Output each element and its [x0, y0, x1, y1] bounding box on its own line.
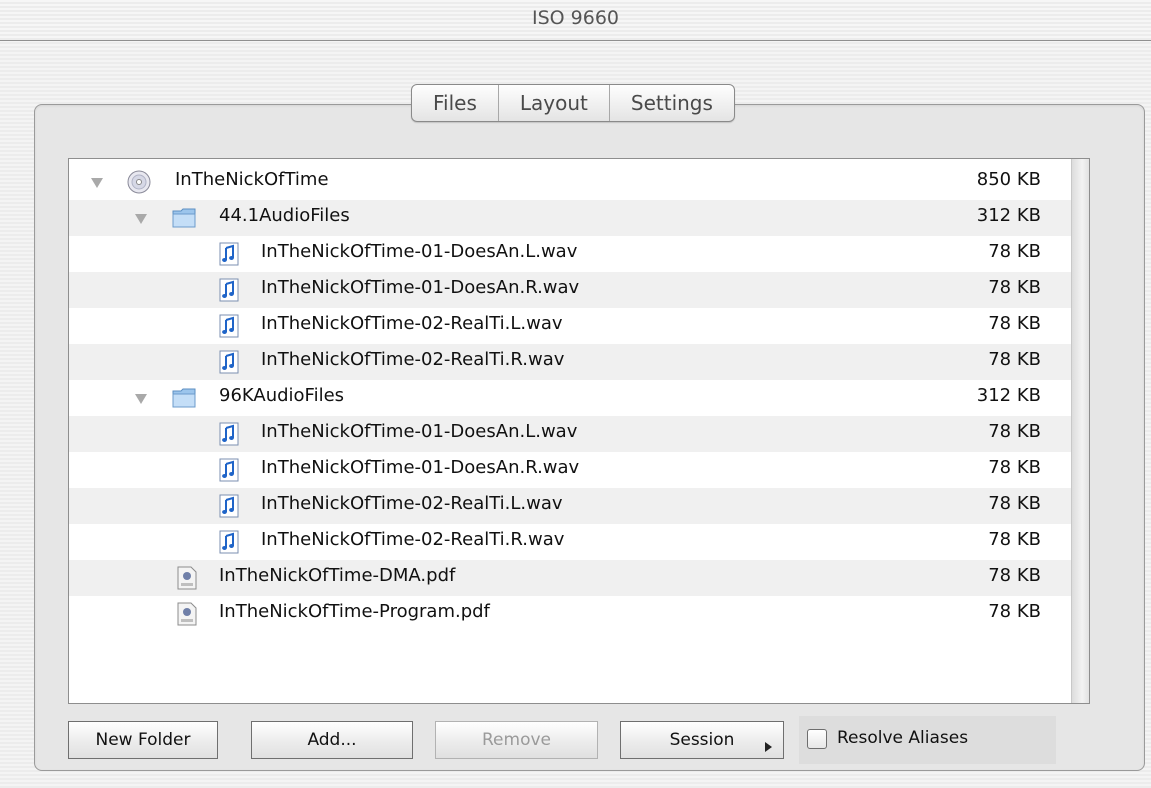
- file-row[interactable]: InTheNickOfTime-01-DoesAn.L.wav 78 KB: [69, 416, 1071, 452]
- title-bar: ISO 9660: [0, 0, 1151, 41]
- session-button-label: Session: [669, 730, 735, 750]
- file-row[interactable]: InTheNickOfTime-Program.pdf 78 KB: [69, 596, 1071, 632]
- remove-button[interactable]: Remove: [435, 721, 598, 759]
- tab-layout[interactable]: Layout: [497, 85, 609, 121]
- file-name: InTheNickOfTime-01-DoesAn.L.wav: [261, 241, 578, 262]
- file-name: InTheNickOfTime-02-RealTi.L.wav: [261, 493, 563, 514]
- file-list[interactable]: InTheNickOfTime 850 KB 44.1AudioFiles 312 K…: [68, 158, 1090, 704]
- resolve-aliases-label[interactable]: Resolve Aliases: [837, 728, 968, 748]
- disc-icon: [127, 170, 151, 198]
- audio-file-icon: [219, 350, 239, 378]
- file-name: 44.1AudioFiles: [219, 205, 350, 226]
- pdf-file-icon: [177, 566, 197, 594]
- file-size: 78 KB: [988, 565, 1041, 586]
- pdf-file-icon: [177, 602, 197, 630]
- file-row[interactable]: InTheNickOfTime-02-RealTi.R.wav 78 KB: [69, 524, 1071, 560]
- file-size: 78 KB: [988, 349, 1041, 370]
- file-size: 78 KB: [988, 241, 1041, 262]
- file-name: InTheNickOfTime-01-DoesAn.L.wav: [261, 421, 578, 442]
- audio-file-icon: [219, 278, 239, 306]
- file-row[interactable]: InTheNickOfTime-01-DoesAn.R.wav 78 KB: [69, 272, 1071, 308]
- add-button[interactable]: Add...: [251, 721, 413, 759]
- resolve-aliases-option: Resolve Aliases: [799, 716, 1056, 764]
- file-name: 96KAudioFiles: [219, 385, 345, 406]
- file-name: InTheNickOfTime-DMA.pdf: [219, 565, 456, 586]
- file-row[interactable]: InTheNickOfTime 850 KB: [69, 164, 1071, 200]
- file-size: 312 KB: [976, 385, 1041, 406]
- file-row[interactable]: InTheNickOfTime-02-RealTi.R.wav 78 KB: [69, 344, 1071, 380]
- audio-file-icon: [219, 314, 239, 342]
- file-name: InTheNickOfTime: [175, 169, 329, 190]
- file-name: InTheNickOfTime-Program.pdf: [219, 601, 490, 622]
- file-row[interactable]: InTheNickOfTime-DMA.pdf 78 KB: [69, 560, 1071, 596]
- tab-bar: Files Layout Settings: [411, 84, 735, 122]
- audio-file-icon: [219, 422, 239, 450]
- session-button[interactable]: Session: [620, 721, 784, 759]
- file-name: InTheNickOfTime-02-RealTi.R.wav: [261, 349, 565, 370]
- file-size: 312 KB: [976, 205, 1041, 226]
- file-row[interactable]: InTheNickOfTime-01-DoesAn.R.wav 78 KB: [69, 452, 1071, 488]
- resolve-aliases-checkbox[interactable]: [807, 729, 827, 749]
- submenu-arrow-icon: [765, 742, 772, 752]
- disclosure-triangle-icon[interactable]: [135, 214, 147, 224]
- file-size: 850 KB: [976, 169, 1041, 190]
- tab-files[interactable]: Files: [412, 85, 498, 121]
- file-name: InTheNickOfTime-02-RealTi.L.wav: [261, 313, 563, 334]
- file-size: 78 KB: [988, 529, 1041, 550]
- vertical-scrollbar[interactable]: [1071, 159, 1089, 703]
- disclosure-triangle-icon[interactable]: [135, 394, 147, 404]
- file-size: 78 KB: [988, 313, 1041, 334]
- file-name: InTheNickOfTime-01-DoesAn.R.wav: [261, 277, 580, 298]
- audio-file-icon: [219, 530, 239, 558]
- file-name: InTheNickOfTime-01-DoesAn.R.wav: [261, 457, 580, 478]
- file-row[interactable]: 96KAudioFiles 312 KB: [69, 380, 1071, 416]
- file-row[interactable]: InTheNickOfTime-02-RealTi.L.wav 78 KB: [69, 308, 1071, 344]
- file-row[interactable]: InTheNickOfTime-01-DoesAn.L.wav 78 KB: [69, 236, 1071, 272]
- folder-icon: [171, 206, 197, 234]
- audio-file-icon: [219, 494, 239, 522]
- file-size: 78 KB: [988, 493, 1041, 514]
- file-name: InTheNickOfTime-02-RealTi.R.wav: [261, 529, 565, 550]
- file-size: 78 KB: [988, 277, 1041, 298]
- disclosure-triangle-icon[interactable]: [91, 178, 103, 188]
- audio-file-icon: [219, 242, 239, 270]
- file-row[interactable]: 44.1AudioFiles 312 KB: [69, 200, 1071, 236]
- file-size: 78 KB: [988, 601, 1041, 622]
- audio-file-icon: [219, 458, 239, 486]
- window-title: ISO 9660: [531, 7, 619, 29]
- file-size: 78 KB: [988, 457, 1041, 478]
- folder-icon: [171, 386, 197, 414]
- new-folder-button[interactable]: New Folder: [68, 721, 218, 759]
- file-size: 78 KB: [988, 421, 1041, 442]
- file-row[interactable]: InTheNickOfTime-02-RealTi.L.wav 78 KB: [69, 488, 1071, 524]
- tab-settings[interactable]: Settings: [608, 85, 734, 121]
